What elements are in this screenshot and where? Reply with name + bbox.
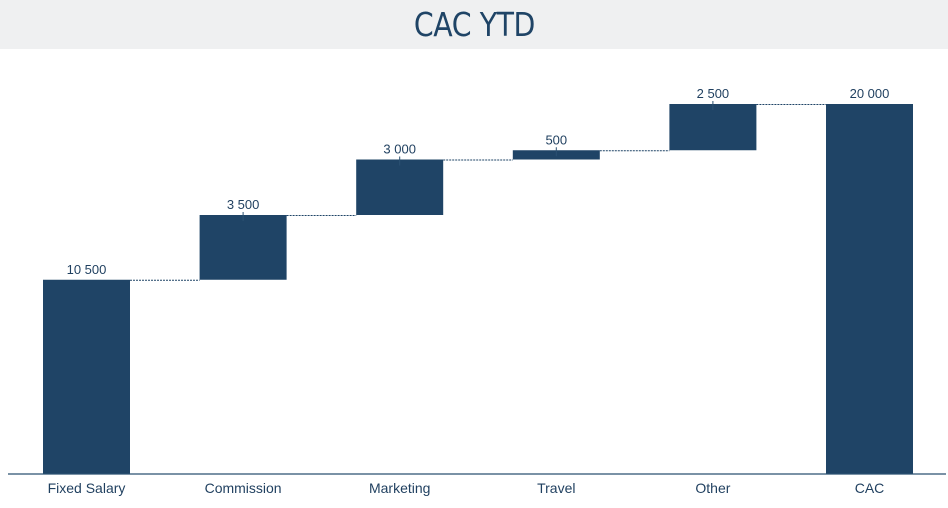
x-tick-label: Commission — [205, 480, 282, 496]
bar-fixed-salary — [43, 279, 130, 474]
data-label: 10 500 — [67, 262, 107, 277]
data-label: 2 500 — [697, 86, 730, 101]
bar-commission — [199, 215, 287, 280]
bar-cac — [826, 104, 913, 474]
x-tick-label: CAC — [855, 480, 885, 496]
data-label: 3 000 — [383, 142, 416, 157]
x-tick-label: Fixed Salary — [48, 480, 126, 496]
data-label: 20 000 — [850, 86, 890, 101]
waterfall-chart: 10 500 Fixed Salary 3 500 Commission 3 000 Ma… — [8, 86, 946, 496]
x-tick-label: Other — [695, 480, 730, 496]
bar-other — [669, 104, 757, 151]
data-label: 3 500 — [227, 197, 260, 212]
data-label: 500 — [545, 132, 567, 147]
bar-marketing — [356, 159, 444, 215]
x-tick-label: Travel — [537, 480, 575, 496]
x-tick-label: Marketing — [369, 480, 430, 496]
